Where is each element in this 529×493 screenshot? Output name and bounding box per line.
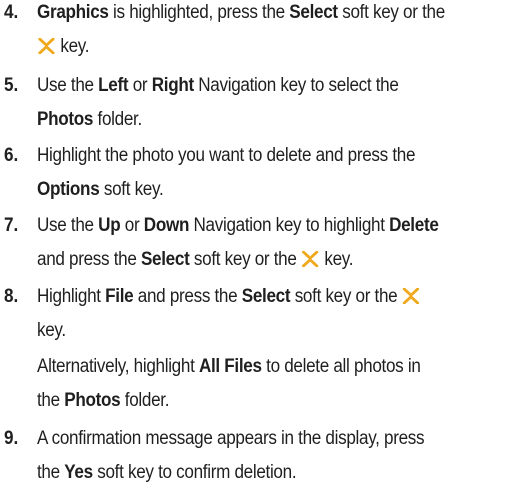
text-run: to delete all photos in (261, 356, 421, 377)
text-run: or (120, 215, 144, 236)
bold-term: File (105, 286, 134, 307)
bold-term: Right (151, 75, 194, 96)
text-run: folder. (93, 109, 142, 130)
text-run: the (37, 390, 65, 411)
select-key-icon (302, 251, 319, 267)
text-run: Navigation key to select the (193, 75, 399, 96)
step-text-line: key. (37, 318, 66, 344)
bold-term: Photos (64, 390, 121, 411)
select-key-icon (403, 288, 420, 304)
text-run: key. (55, 36, 90, 57)
step-text-line: Options soft key. (37, 177, 164, 203)
bold-term: Left (98, 75, 129, 96)
text-run: the (37, 462, 65, 483)
bold-term: Yes (64, 462, 93, 483)
text-run: folder. (120, 390, 170, 411)
text-run: soft key. (99, 179, 164, 200)
text-run: Use the (37, 215, 99, 236)
text-run: is highlighted, press the (108, 2, 290, 23)
text-run: Use the (37, 75, 99, 96)
bold-term: Delete (389, 215, 439, 236)
step-text-line: Alternatively, highlight All Files to de… (37, 354, 421, 380)
bold-term: Up (98, 215, 121, 236)
text-run: Highlight (37, 286, 106, 307)
bold-term: Photos (37, 109, 94, 130)
bold-term: Options (37, 179, 100, 200)
text-run: Navigation key to highlight (189, 215, 390, 236)
step-number: 9. (4, 428, 19, 449)
step-text-line: Use the Up or Down Navigation key to hig… (37, 213, 439, 239)
step-number: 4. (4, 2, 19, 23)
text-run: Alternatively, highlight (37, 356, 199, 377)
step-number: 8. (4, 286, 19, 307)
text-run: and press the (37, 249, 141, 270)
step-text-line: Highlight File and press the Select soft… (37, 284, 421, 310)
text-run: soft key or the (337, 2, 445, 23)
step-number: 7. (4, 215, 19, 236)
text-run: and press the (133, 286, 242, 307)
text-run: soft key to confirm deletion. (92, 462, 297, 483)
bold-term: Select (289, 2, 338, 23)
instruction-document: 4. Graphics is highlighted, press the Sel… (0, 0, 529, 493)
step-text-line: Use the Left or Right Navigation key to … (37, 73, 399, 99)
bold-term: Graphics (37, 2, 109, 23)
text-run: soft key or the (290, 286, 402, 307)
bold-term: All Files (198, 356, 262, 377)
text-run: soft key or the (189, 249, 302, 270)
text-run: key. (319, 249, 354, 270)
step-text-line: key. (37, 34, 89, 60)
step-text-line: A confirmation message appears in the di… (37, 426, 425, 452)
text-run: key. (37, 320, 66, 341)
step-text-line: the Photos folder. (37, 388, 169, 414)
step-number: 5. (4, 75, 19, 96)
text-run: A confirmation message appears in the di… (37, 428, 425, 449)
step-text-line: the Yes soft key to confirm deletion. (37, 460, 297, 486)
step-text-line: Graphics is highlighted, press the Selec… (37, 0, 445, 26)
bold-term: Select (140, 249, 190, 270)
bold-term: Select (241, 286, 291, 307)
step-text-line: Highlight the photo you want to delete a… (37, 143, 415, 169)
text-run: Highlight the photo you want to delete a… (37, 145, 416, 166)
step-text-line: and press the Select soft key or the key… (37, 247, 354, 273)
text-run: or (128, 75, 152, 96)
step-number: 6. (4, 145, 19, 166)
step-text-line: Photos folder. (37, 107, 142, 133)
select-key-icon (38, 38, 55, 54)
bold-term: Down (143, 215, 190, 236)
